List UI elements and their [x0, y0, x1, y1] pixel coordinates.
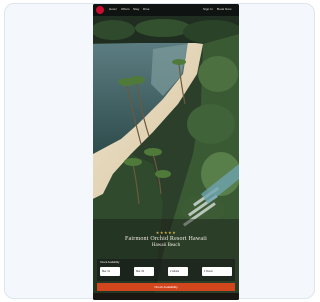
- nav-link-hotel[interactable]: Hotel: [109, 8, 117, 11]
- hero-title: Fairmont Orchid Resort Hawaii: [125, 236, 207, 242]
- star-rating: ★★★★★: [155, 230, 177, 235]
- mobile-page-preview: Hotel Offers Stay Dine Sign In Book Now …: [93, 4, 239, 300]
- nav-link-sign-in[interactable]: Sign In: [203, 8, 213, 11]
- bottom-bar: [93, 293, 239, 300]
- guests-field[interactable]: 2 Adults: [168, 267, 188, 276]
- nav-link-dine[interactable]: Dine: [143, 8, 150, 11]
- beach-resort-hero-image: [93, 4, 239, 300]
- check-out-value: Mar 15: [136, 270, 145, 273]
- check-in-value: Mar 12: [102, 270, 111, 273]
- booking-widget: Check Availability Mar 12 Mar 15 2 Adult…: [97, 259, 235, 281]
- nav-link-stay[interactable]: Stay: [133, 8, 139, 11]
- check-availability-button[interactable]: Check Availability: [97, 283, 235, 291]
- nav-link-offers[interactable]: Offers: [121, 8, 130, 11]
- booking-heading: Check Availability: [100, 261, 120, 264]
- rooms-field[interactable]: 1 Room: [202, 267, 232, 276]
- top-navigation-bar: Hotel Offers Stay Dine Sign In Book Now: [93, 4, 239, 16]
- check-in-field[interactable]: Mar 12: [100, 267, 120, 276]
- check-availability-label: Check Availability: [154, 284, 178, 289]
- brand-logo-icon[interactable]: [96, 6, 104, 14]
- guests-value: 2 Adults: [170, 270, 180, 273]
- check-out-field[interactable]: Mar 15: [134, 267, 154, 276]
- rooms-value: 1 Room: [204, 270, 214, 273]
- nav-link-book-now[interactable]: Book Now: [217, 8, 231, 11]
- hero-subtitle: Hawaii Beach: [151, 243, 181, 248]
